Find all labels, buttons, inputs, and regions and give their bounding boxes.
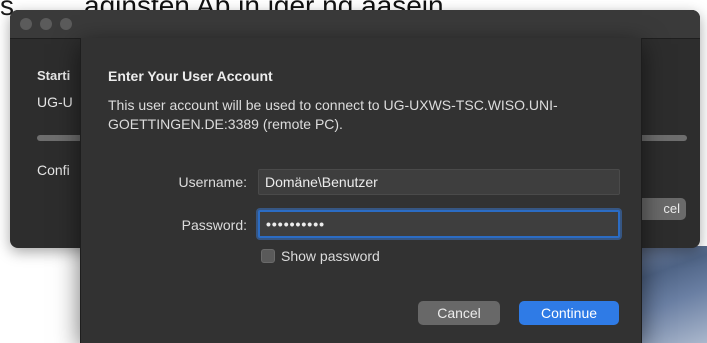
dialog-title: Enter Your User Account bbox=[108, 68, 273, 84]
show-password-option[interactable]: Show password bbox=[261, 247, 380, 265]
minimize-window-icon[interactable] bbox=[40, 18, 52, 30]
username-field[interactable] bbox=[258, 169, 620, 195]
zoom-window-icon[interactable] bbox=[60, 18, 72, 30]
username-label: Username: bbox=[178, 174, 247, 190]
password-label: Password: bbox=[181, 217, 247, 233]
show-password-checkbox[interactable] bbox=[261, 249, 275, 263]
close-window-icon[interactable] bbox=[20, 18, 32, 30]
cancel-button[interactable]: Cancel bbox=[418, 301, 500, 325]
configuring-label: Confi bbox=[37, 162, 70, 178]
host-label: UG-U bbox=[37, 94, 73, 110]
window-titlebar bbox=[10, 10, 700, 39]
user-account-dialog: Enter Your User Account This user accoun… bbox=[80, 38, 642, 343]
password-field[interactable] bbox=[258, 210, 620, 238]
continue-button[interactable]: Continue bbox=[519, 301, 619, 325]
dialog-message: This user account will be used to connec… bbox=[108, 97, 558, 132]
background-cancel-button[interactable]: cel bbox=[636, 198, 686, 220]
show-password-label: Show password bbox=[281, 248, 380, 264]
starting-label: Starti bbox=[37, 68, 71, 83]
